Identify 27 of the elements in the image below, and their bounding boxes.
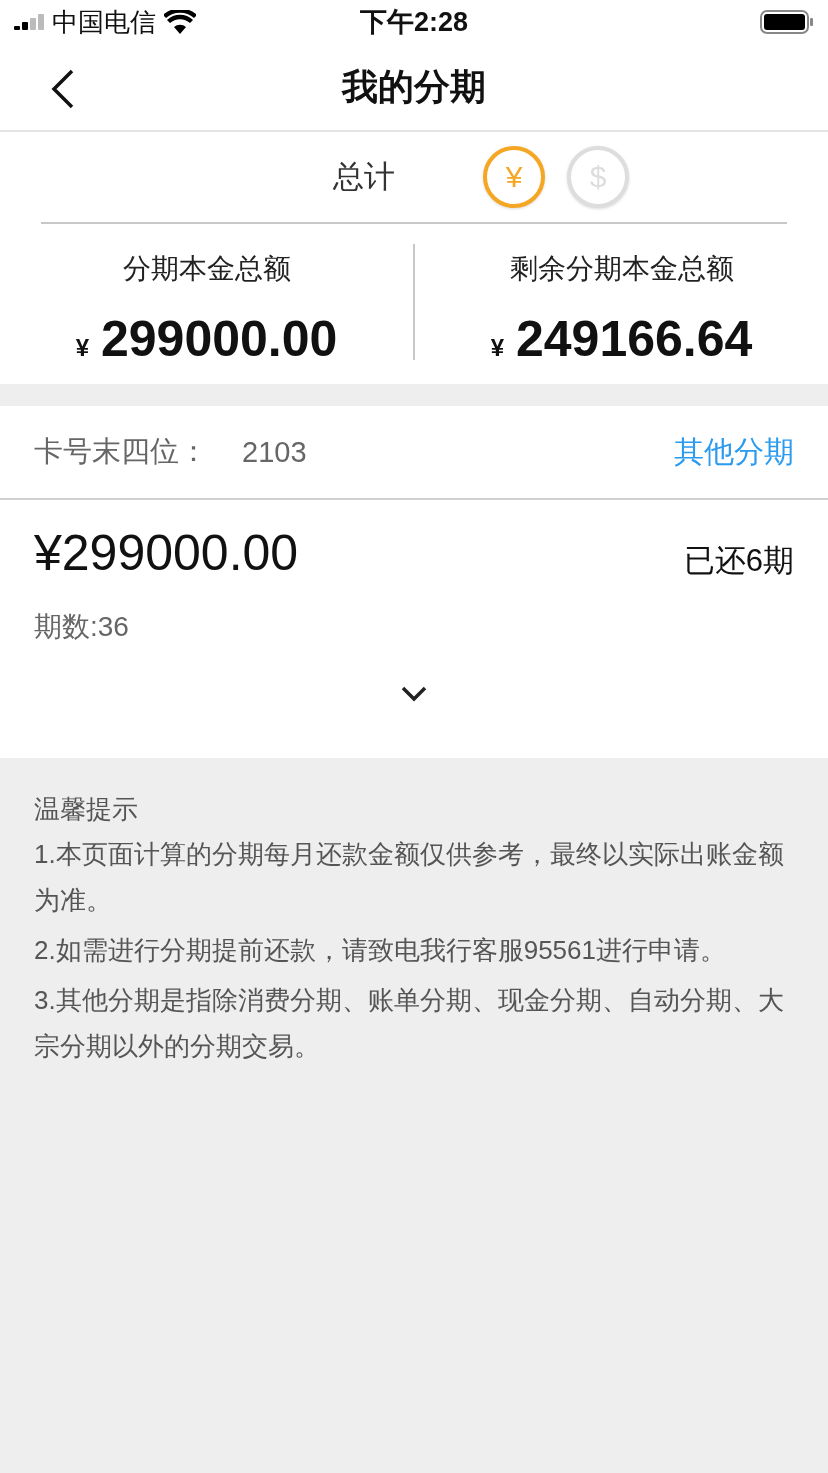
signal-icon: [14, 14, 44, 30]
page-title: 我的分期: [342, 64, 486, 109]
stat-label: 剩余分期本金总额: [509, 252, 734, 286]
status-time: 下午2:28: [359, 6, 468, 39]
card-number: 2103: [242, 435, 308, 469]
plan-periods: 期数:36: [34, 610, 130, 644]
plan-amount: ¥299000.00: [34, 524, 299, 582]
total-label: 总计: [333, 158, 395, 196]
chevron-icon[interactable]: [401, 686, 427, 702]
other-plans-link[interactable]: 其他分期: [674, 431, 794, 473]
back-icon[interactable]: [50, 69, 76, 109]
stat-label: 分期本金总额: [122, 252, 291, 286]
stat-amount: 299000.00: [101, 310, 338, 368]
tips-title: 温馨提示: [34, 793, 139, 826]
carrier-name: 中国电信: [52, 5, 156, 39]
currency-toggle[interactable]: ¥: [483, 146, 545, 208]
wifi-icon: [164, 10, 196, 34]
currency-toggle[interactable]: $: [567, 146, 629, 208]
battery-icon: [760, 10, 814, 34]
tip-text: 1.本页面计算的分期每月还款金额仅供参考，最终以实际出账金额为准。: [34, 838, 785, 917]
tip-text: 3.其他分期是指除消费分期、账单分期、现金分期、自动分期、大宗分期以外的分期交易。: [34, 984, 785, 1063]
card-label: 卡号末四位：: [34, 434, 208, 469]
stat-amount: 249166.64: [516, 310, 753, 368]
currency-sign: ¥: [75, 334, 89, 362]
tip-text: 2.如需进行分期提前还款，请致电我行客服95561进行申请。: [34, 934, 727, 967]
plan-status: 已还6期: [683, 542, 794, 580]
currency-sign: ¥: [490, 334, 504, 362]
